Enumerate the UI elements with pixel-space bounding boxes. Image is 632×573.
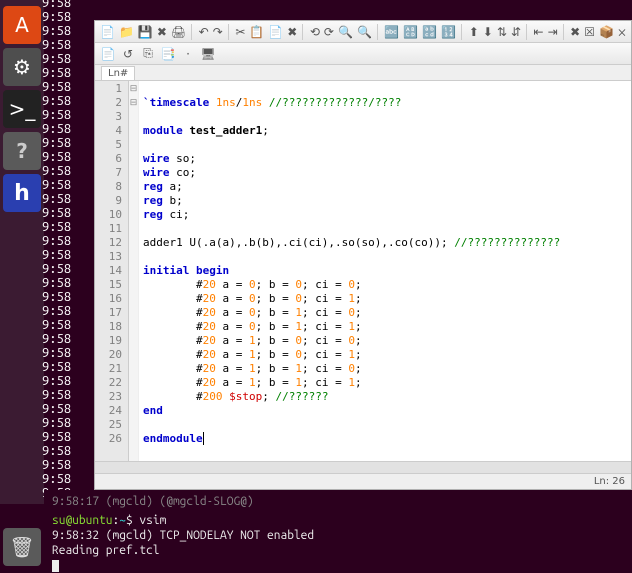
terminal-prompt-line: su@ubuntu:~$ vsim <box>52 513 624 528</box>
code-line[interactable]: adder1 U(.a(a),.b(b),.ci(ci),.so(so),.co… <box>143 236 631 250</box>
launcher: A ⚙ >_? h <box>0 0 44 504</box>
terminal-user: su@ubuntu <box>52 514 112 527</box>
terminal-dim-line: 9:58:17 (mgcld) (@mgcld-SLOG@) <box>52 494 624 509</box>
toolbar-button[interactable]: 🔢 <box>440 23 457 41</box>
toolbar-button[interactable]: 📄 <box>99 45 117 63</box>
toolbar-separator <box>228 24 231 40</box>
code-line[interactable] <box>143 110 631 124</box>
terminal-command: vsim <box>139 514 166 527</box>
toolbar-button[interactable]: ⬇ <box>482 23 494 41</box>
toolbar-button[interactable]: · <box>179 45 197 63</box>
toolbar-button[interactable]: ⬆ <box>468 23 480 41</box>
code-line[interactable] <box>143 222 631 236</box>
code-line[interactable]: #20 a = 0; b = 1; ci = 1; <box>143 320 631 334</box>
code-line[interactable] <box>143 418 631 432</box>
tab-line-number[interactable]: Ln# <box>101 66 135 80</box>
toolbar-separator <box>461 24 464 40</box>
help-icon[interactable]: ? <box>3 132 41 170</box>
toolbar-button[interactable]: 💾 <box>137 23 154 41</box>
code-line[interactable]: wire so; <box>143 152 631 166</box>
toolbar-button[interactable]: 🖥 <box>199 45 217 63</box>
code-line[interactable]: #200 $stop; //?????? <box>143 390 631 404</box>
toolbar-button[interactable]: 📁 <box>118 23 135 41</box>
toolbar-button[interactable]: ↶ <box>198 23 210 41</box>
code-line[interactable]: reg a; <box>143 180 631 194</box>
terminal-path: ~ <box>119 514 126 527</box>
code-line[interactable] <box>143 138 631 152</box>
code-line[interactable]: end <box>143 404 631 418</box>
toolbar-button[interactable]: 📦 <box>598 23 615 41</box>
toolbar-button[interactable]: ☒ <box>583 23 596 41</box>
toolbar-button[interactable]: ✖ <box>569 23 581 41</box>
trash-icon[interactable]: 🗑 <box>3 528 41 566</box>
tabs-row: Ln# <box>95 65 631 81</box>
code-line[interactable]: #20 a = 1; b = 0; ci = 0; <box>143 334 631 348</box>
editor-app-icon[interactable]: h <box>3 174 41 212</box>
toolbar-separator <box>563 24 566 40</box>
gutter: 1 2 3 4 5 6 7 8 9 10 11 12 13 14 15 16 1… <box>95 81 129 461</box>
code-line[interactable]: module test_adder1; <box>143 124 631 138</box>
toolbar-button[interactable]: ✖ <box>156 23 168 41</box>
software-center-icon[interactable]: A <box>3 6 41 44</box>
terminal-output-line: 9:58:32 (mgcld) TCP_NODELAY NOT enabled <box>52 528 624 543</box>
code-line[interactable]: #20 a = 0; b = 1; ci = 0; <box>143 306 631 320</box>
toolbar-button[interactable]: ⇥ <box>547 23 559 41</box>
sub-toolbar: 📄↺⎘📑·🖥 <box>95 43 631 65</box>
code-line[interactable]: wire co; <box>143 166 631 180</box>
terminal[interactable]: 9:58:17 (mgcld) (@mgcld-SLOG@) su@ubuntu… <box>44 490 632 571</box>
toolbar-button[interactable]: 🔡 <box>421 23 438 41</box>
toolbar-button[interactable]: ⇤ <box>533 23 545 41</box>
code-line[interactable]: endmodule <box>143 432 631 446</box>
toolbar-button[interactable]: ⟳ <box>323 23 335 41</box>
toolbar-button[interactable]: 🔍 <box>337 23 354 41</box>
toolbar-separator <box>191 24 194 40</box>
fold-column: ⊟ ⊟ <box>129 81 139 461</box>
code-line[interactable]: reg ci; <box>143 208 631 222</box>
toolbar-button[interactable]: ↺ <box>119 45 137 63</box>
toolbar-button[interactable]: 📄 <box>267 23 284 41</box>
toolbar-button[interactable]: 🔤 <box>383 23 400 41</box>
toolbar-button[interactable]: ✂ <box>234 23 246 41</box>
toolbar-button[interactable]: ⟲ <box>309 23 321 41</box>
code-line[interactable]: `timescale 1ns/1ns //?????????????/???? <box>143 96 631 110</box>
code-line[interactable]: #20 a = 1; b = 1; ci = 0; <box>143 362 631 376</box>
toolbar-button[interactable]: 🔠 <box>402 23 419 41</box>
toolbar-button[interactable]: 🔍 <box>356 23 373 41</box>
toolbar-separator <box>526 24 529 40</box>
horizontal-scrollbar[interactable] <box>95 461 631 473</box>
code-line[interactable] <box>143 250 631 264</box>
code-line[interactable]: #20 a = 0; b = 0; ci = 1; <box>143 292 631 306</box>
terminal-icon[interactable]: >_ <box>3 90 41 128</box>
toolbar-button[interactable]: 📑 <box>159 45 177 63</box>
toolbar-button[interactable]: 🖨 <box>170 23 187 41</box>
clock-strip: 9:58 9:58 9:58 9:58 9:58 9:58 9:58 9:58 … <box>42 0 94 500</box>
code-line[interactable]: #20 a = 1; b = 1; ci = 1; <box>143 376 631 390</box>
toolbar-button[interactable]: ✖ <box>286 23 298 41</box>
code-line[interactable]: #20 a = 1; b = 0; ci = 1; <box>143 348 631 362</box>
toolbar-button[interactable]: ⇵ <box>510 23 522 41</box>
status-line-col: Ln: 26 <box>594 476 625 487</box>
editor-window: 📄📁💾✖🖨↶↷✂📋📄✖⟲⟳🔍🔍🔤🔠🔡🔢⬆⬇⇅⇵⇤⇥✖☒📦❌ 📄↺⎘📑·🖥 Ln#… <box>94 20 632 490</box>
terminal-cursor-icon <box>52 560 59 572</box>
code-area[interactable]: `timescale 1ns/1ns //?????????????/???? … <box>139 81 631 461</box>
settings-icon[interactable]: ⚙ <box>3 48 41 86</box>
toolbar-separator <box>302 24 305 40</box>
code-line[interactable]: initial begin <box>143 264 631 278</box>
toolbar-button[interactable]: ⎘ <box>139 45 157 63</box>
toolbar-button[interactable]: 📄 <box>99 23 116 41</box>
code-line[interactable] <box>143 82 631 96</box>
editor-body: 1 2 3 4 5 6 7 8 9 10 11 12 13 14 15 16 1… <box>95 81 631 461</box>
toolbar-button[interactable]: ↷ <box>212 23 224 41</box>
terminal-output-line: Reading pref.tcl <box>52 543 624 558</box>
code-line[interactable]: reg b; <box>143 194 631 208</box>
editor-statusbar: Ln: 26 <box>95 473 631 489</box>
toolbar-button[interactable]: ⇅ <box>496 23 508 41</box>
toolbar-separator <box>377 24 380 40</box>
toolbar-button[interactable]: ❌ <box>617 23 627 41</box>
toolbar-button[interactable]: 📋 <box>248 23 265 41</box>
code-line[interactable]: #20 a = 0; b = 0; ci = 0; <box>143 278 631 292</box>
main-toolbar: 📄📁💾✖🖨↶↷✂📋📄✖⟲⟳🔍🔍🔤🔠🔡🔢⬆⬇⇅⇵⇤⇥✖☒📦❌ <box>95 21 631 43</box>
